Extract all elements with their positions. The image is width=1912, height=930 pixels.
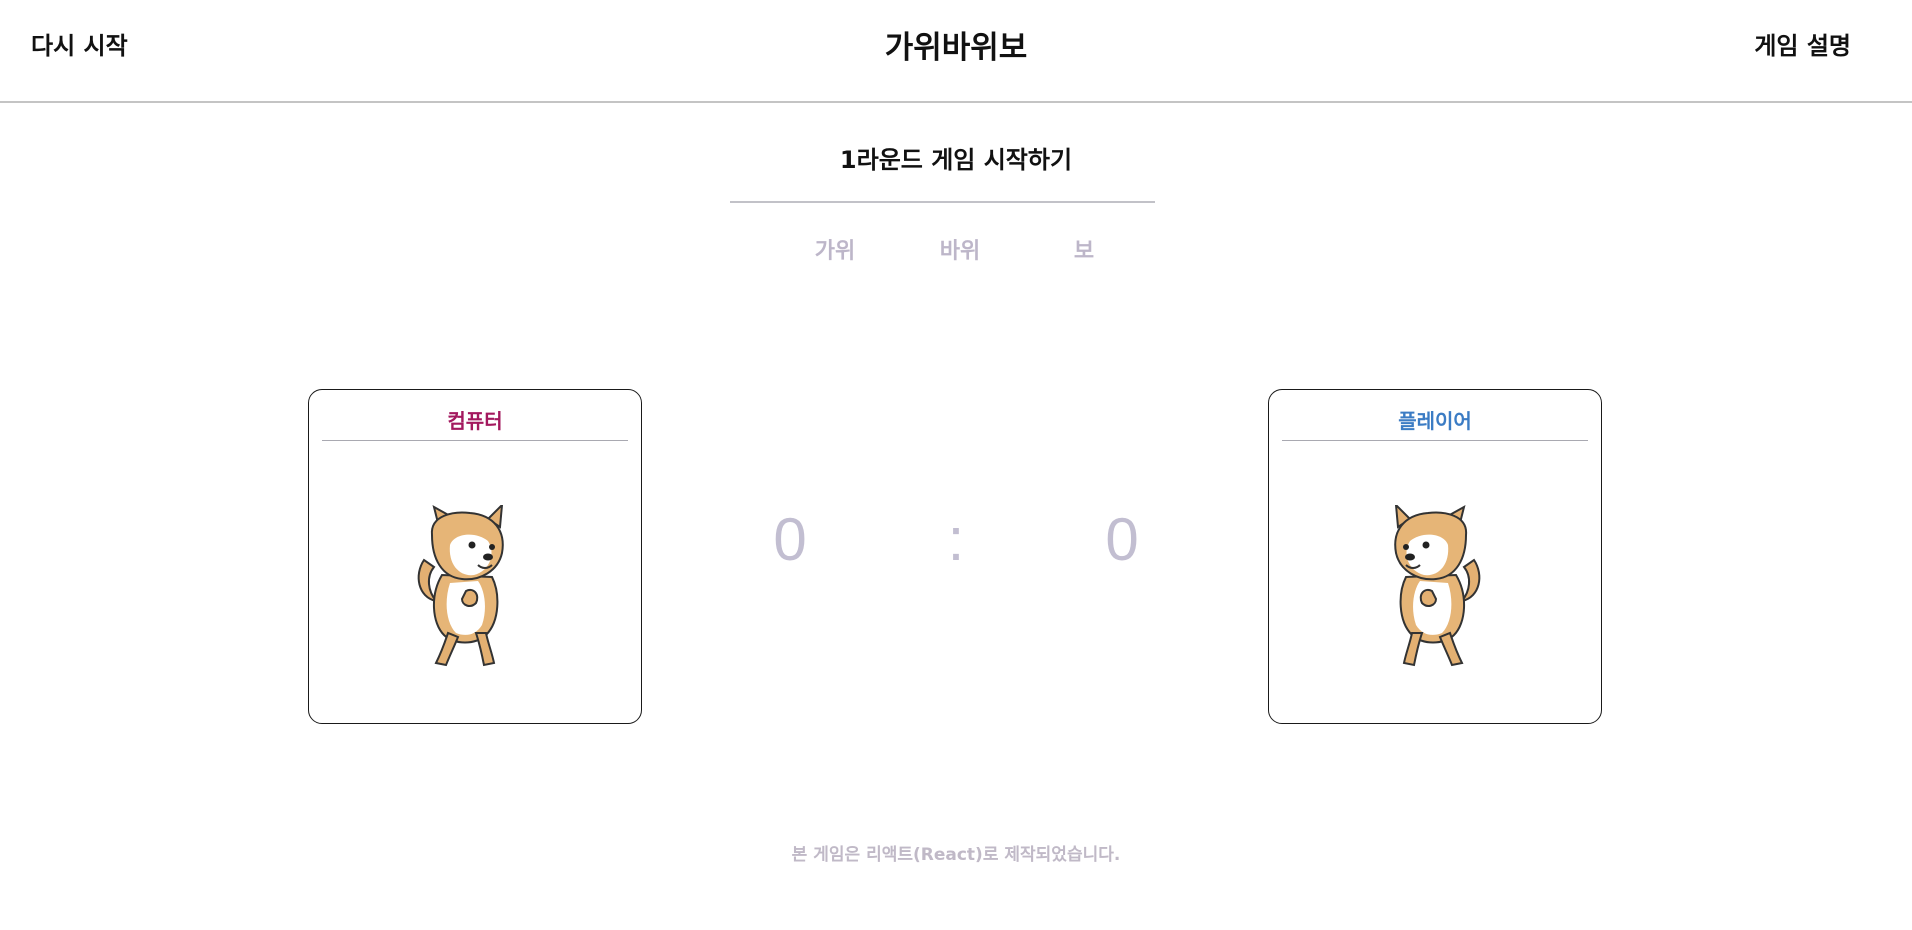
shiba-dog-icon bbox=[417, 505, 504, 667]
header: 다시 시작 가위바위보 게임 설명 bbox=[0, 0, 1912, 103]
player-score: 0 bbox=[1105, 506, 1139, 573]
computer-card: 컴퓨터 bbox=[308, 389, 642, 724]
round-title: 1라운드 게임 시작하기 bbox=[839, 146, 1073, 174]
choice-rock-button[interactable]: 바위 bbox=[897, 233, 1023, 265]
shiba-dog-icon bbox=[1394, 505, 1481, 667]
choice-group: 가위 바위 보 bbox=[772, 233, 1162, 267]
choice-paper-button[interactable]: 보 bbox=[1021, 233, 1147, 265]
player-label: 플레이어 bbox=[1398, 409, 1472, 433]
help-button[interactable]: 게임 설명 bbox=[1754, 26, 1851, 61]
computer-score: 0 bbox=[773, 506, 807, 573]
footer-note: 본 게임은 리액트(React)로 제작되었습니다. bbox=[791, 845, 1121, 865]
divider bbox=[730, 201, 1155, 203]
page-title: 가위바위보 bbox=[884, 30, 1028, 66]
score-separator: : bbox=[947, 506, 965, 573]
card-divider bbox=[1282, 440, 1588, 441]
computer-label: 컴퓨터 bbox=[447, 409, 503, 433]
card-divider bbox=[322, 440, 628, 441]
choice-scissors-button[interactable]: 가위 bbox=[772, 233, 898, 265]
player-card: 플레이어 bbox=[1268, 389, 1602, 724]
